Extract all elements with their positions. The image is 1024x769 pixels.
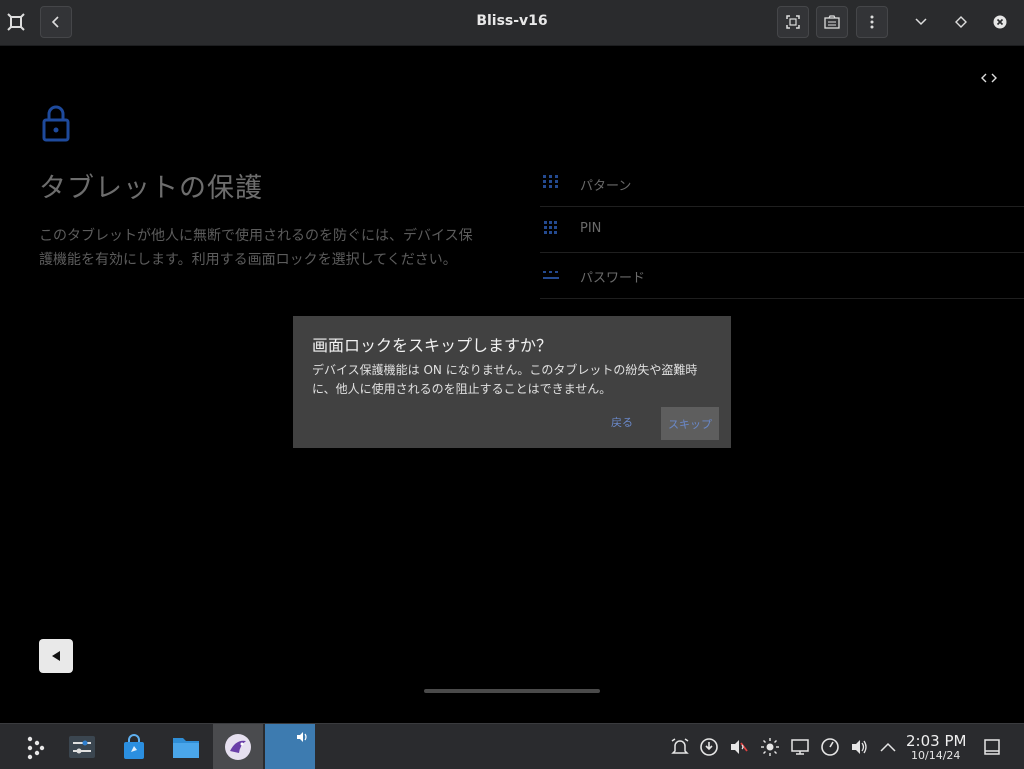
fullscreen-icon [786,15,800,29]
monitor-icon [791,739,809,755]
dialog-skip-label: スキップ [668,417,712,431]
lock-option-label: パスワード [580,271,646,286]
more-options-button[interactable] [856,6,888,38]
lock-icon [40,104,72,146]
shopping-bag-icon [124,733,144,759]
audio-playing-icon [297,732,307,742]
dialog-message: デバイス保護機能は ON になりません。このタブレットの紛失や盗難時に、他人に使… [312,363,698,396]
close-icon [993,15,1007,29]
pin-grid-icon [542,220,560,240]
page-description: このタブレットが他人に無断で使用されるのを防ぐには、デバイス保護機能を有効にしま… [39,228,473,268]
lock-option-label: PIN [580,221,602,236]
dialog-title: 画面ロックをスキップしますか？ [312,336,553,355]
diamond-icon [955,16,967,28]
volume-tray-icon[interactable] [849,736,871,758]
launcher-icon [27,736,45,759]
speaker-muted-icon [731,740,748,754]
dialog-back-button[interactable]: 戻る [611,414,633,430]
maximize-button[interactable] [945,6,977,38]
nav-back-button[interactable] [39,639,73,673]
taskbar-active-window[interactable] [265,724,315,769]
taskbar-store-app[interactable] [112,724,156,769]
notifications-tray-icon[interactable] [669,736,691,758]
folder-icon [173,737,199,758]
update-icon [700,738,718,756]
skip-lock-dialog: 画面ロックをスキップしますか？ デバイス保護機能は ON になりません。このタブ… [293,316,731,448]
taskbar-bliss-app[interactable] [213,724,263,769]
lock-option-pattern[interactable]: パターン [540,161,1024,207]
chevron-up-icon [880,742,896,752]
kebab-menu-icon [870,15,874,29]
screenshot-icon [824,15,840,29]
bliss-os-icon [225,733,251,760]
page-title: タブレットの保護 [39,173,263,204]
system-settings-icon [69,735,95,758]
lock-option-password[interactable]: パスワード [540,253,1024,299]
taskbar-files-app[interactable] [164,724,208,769]
chevron-down-icon [915,18,927,26]
lock-option-pin[interactable]: PIN [540,207,1024,253]
minimize-button[interactable] [905,6,937,38]
screenshot-button[interactable] [816,6,848,38]
clock-date[interactable]: 10/14/24 [911,749,960,762]
network-tray-icon[interactable] [819,736,841,758]
alarm-bell-icon [671,738,689,754]
gesture-nav-pill[interactable] [424,689,600,693]
brightness-tray-icon[interactable] [759,736,781,758]
mute-tray-icon[interactable] [728,736,750,758]
taskbar: 2:03 PM 10/14/24 [0,723,1024,769]
speaker-icon [852,740,867,754]
collapse-icon[interactable] [981,68,997,87]
taskbar-settings-app[interactable] [60,724,104,769]
fullscreen-button[interactable] [777,6,809,38]
clock-time[interactable]: 2:03 PM [906,732,966,750]
lock-option-label: パターン [580,179,632,194]
display-tray-icon[interactable] [789,736,811,758]
show-desktop-icon [984,739,1000,755]
pattern-grid-icon [542,174,560,194]
show-desktop-button[interactable] [981,736,1003,758]
tray-expand-button[interactable] [877,736,899,758]
password-dots-icon [542,266,560,285]
brightness-icon [761,738,779,756]
update-tray-icon[interactable] [698,736,720,758]
network-gauge-icon [821,738,839,756]
triangle-left-icon [52,651,60,661]
close-button[interactable] [984,6,1016,38]
dialog-skip-button[interactable]: スキップ [661,407,719,440]
window-titlebar: Bliss-v16 [0,0,1024,46]
app-launcher-button[interactable] [14,724,54,769]
